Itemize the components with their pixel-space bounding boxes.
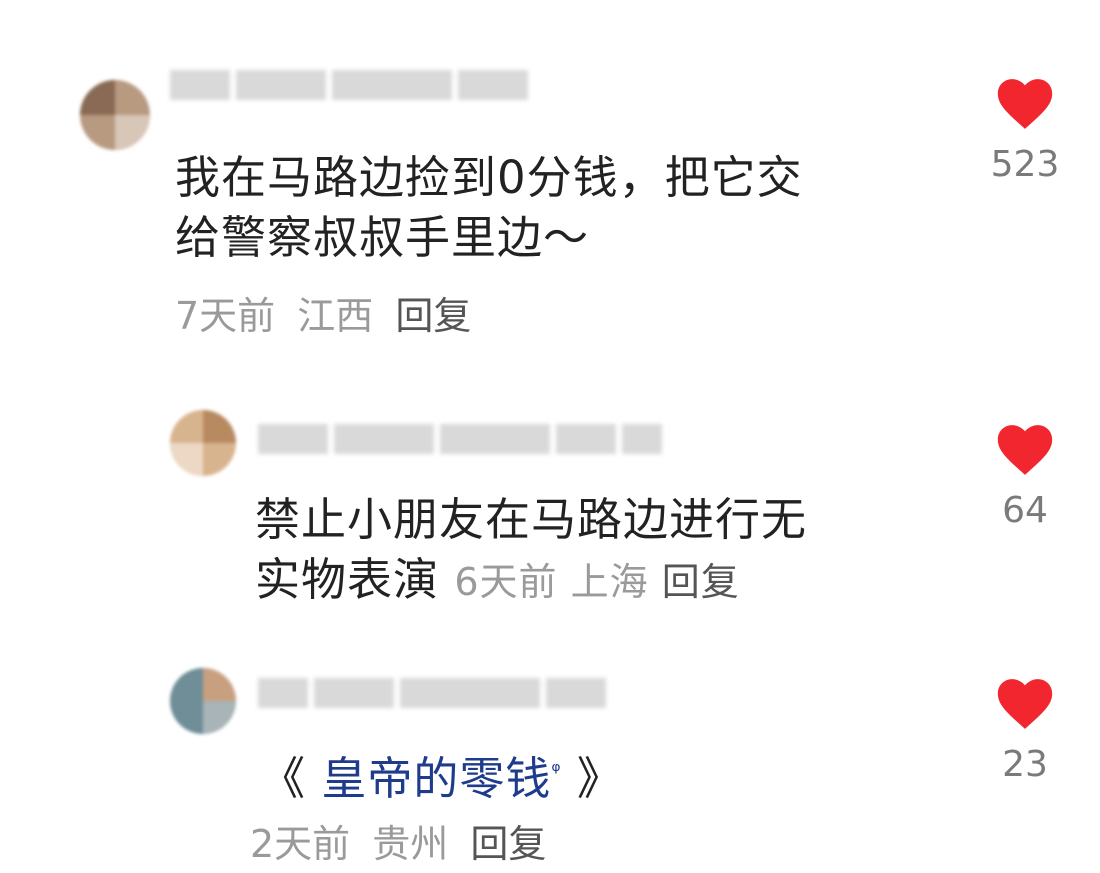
comment-text: 我在马路边捡到0分钱，把它交 给警察叔叔手里边～ [175,151,803,264]
topic-link[interactable]: 皇帝的零钱ᵠ [321,752,561,805]
reply-button[interactable]: 回复 [470,822,546,866]
location: 上海 [570,560,649,604]
comment-text: 《 皇帝的零钱ᵠ 》 [260,752,623,805]
like-button[interactable]: 23 [970,678,1080,785]
username[interactable] [258,676,606,710]
avatar[interactable] [170,668,236,734]
heart-icon[interactable] [996,424,1054,476]
link-icon: ᵠ [551,759,562,784]
like-count: 23 [1002,744,1048,785]
like-count: 64 [1002,490,1048,531]
comment-meta: 7天前 江西 回复 [175,294,481,338]
avatar[interactable] [170,410,236,476]
comment-text: 禁止小朋友在马路边进行无 实物表演 6天前 上海 回复 [255,493,808,606]
avatar[interactable] [80,80,150,150]
heart-icon[interactable] [996,78,1054,130]
reply-button[interactable]: 回复 [662,560,740,604]
timestamp: 7天前 [175,294,276,338]
username[interactable] [258,422,662,456]
like-count: 523 [990,144,1060,185]
like-button[interactable]: 523 [970,78,1080,185]
heart-icon[interactable] [996,678,1054,730]
timestamp: 2天前 [250,822,351,866]
reply-button[interactable]: 回复 [395,294,471,338]
location: 贵州 [372,822,449,866]
username[interactable] [170,68,528,102]
like-button[interactable]: 64 [970,424,1080,531]
timestamp: 6天前 [454,560,558,604]
comment-meta: 2天前 贵州 回复 [250,822,556,866]
comment-meta: 6天前 上海 回复 [454,560,739,604]
location: 江西 [297,294,374,338]
